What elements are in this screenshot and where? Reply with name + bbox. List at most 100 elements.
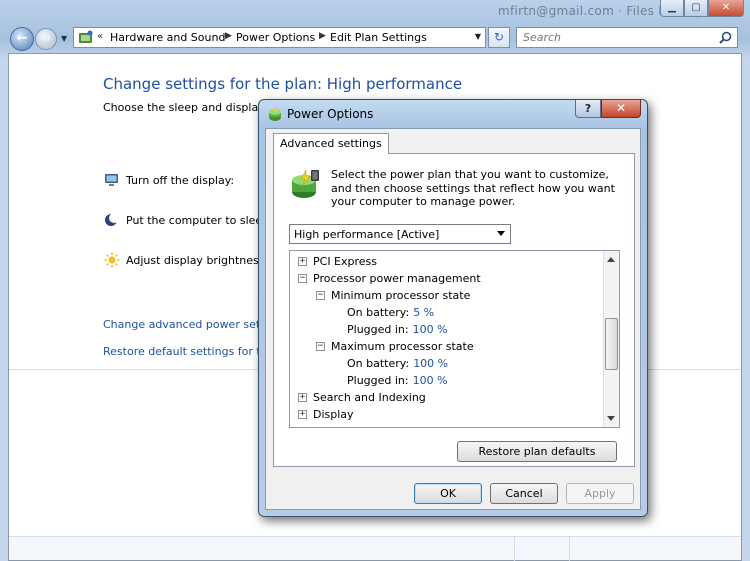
divider [569, 537, 570, 561]
ok-button[interactable]: OK [414, 483, 482, 504]
help-icon: ? [584, 102, 592, 115]
tree-item-label: Plugged in: [347, 374, 409, 387]
moon-icon [105, 213, 119, 226]
back-button[interactable]: ← [10, 27, 34, 51]
restore-default-settings-link[interactable]: Restore default settings for this [103, 345, 277, 358]
breadcrumb-power-options[interactable]: Power Options [236, 31, 315, 44]
change-advanced-settings-link[interactable]: Change advanced power setting [103, 318, 281, 331]
tree-item-label: On battery: [347, 306, 410, 319]
tree-item-value[interactable]: 100 % [413, 323, 448, 336]
expand-icon[interactable]: + [300, 427, 305, 428]
tree-item[interactable]: + Search and Indexing [298, 389, 426, 406]
tree-item-label: On battery: [347, 357, 410, 370]
sun-icon [104, 252, 120, 268]
forward-button[interactable]: → [35, 28, 57, 50]
collapse-icon[interactable]: − [298, 274, 307, 283]
tree-item[interactable]: Plugged in: 100 % [347, 321, 448, 338]
restore-plan-defaults-button[interactable]: Restore plan defaults [457, 441, 617, 462]
cancel-button[interactable]: Cancel [490, 483, 558, 504]
address-bar[interactable]: « Hardware and Sound ▶ Power Options ▶ E… [73, 27, 486, 48]
tree-item[interactable]: On battery: 100 % [347, 355, 448, 372]
tree-item[interactable]: + Multimedia settings [298, 423, 422, 428]
breadcrumb-hardware-and-sound[interactable]: Hardware and Sound [110, 31, 225, 44]
expand-icon[interactable]: + [298, 410, 307, 419]
apply-button: Apply [566, 483, 634, 504]
close-icon: ✕ [615, 101, 627, 115]
monitor-icon [105, 174, 118, 186]
minimize-icon: ▁ [668, 2, 676, 13]
tree-item[interactable]: Plugged in: 100 % [347, 372, 448, 389]
address-overflow-icon[interactable]: « [97, 31, 103, 42]
power-plan-icon [292, 169, 319, 198]
plan-description: Select the power plan that you want to c… [331, 168, 615, 208]
tree-item-label: Maximum processor state [331, 340, 474, 353]
title-bar: mfirtn@gmail.com · Files backup ▁ ▢ ✕ [0, 0, 750, 24]
scroll-down-icon[interactable] [607, 416, 615, 421]
address-dropdown-icon[interactable]: ▼ [475, 32, 481, 41]
tree-item-value[interactable]: 100 % [413, 357, 448, 370]
setting-brightness: Adjust display brightness: [103, 252, 268, 268]
tree-item-label: Multimedia settings [313, 425, 422, 427]
close-button[interactable]: ✕ [708, 0, 744, 17]
close-icon: ✕ [721, 2, 731, 13]
setting-turn-off-display: Turn off the display: [103, 172, 234, 188]
settings-tree[interactable]: + PCI Express − Processor power management −… [289, 250, 620, 428]
setting-label: Turn off the display: [126, 173, 235, 187]
tree-item[interactable]: − Processor power management [298, 270, 481, 287]
back-arrow-icon: ← [16, 31, 28, 46]
window-controls: ▁ ▢ ✕ [660, 0, 744, 17]
recent-pages-dropdown[interactable]: ▼ [61, 34, 67, 43]
chevron-down-icon: ▼ [61, 34, 68, 43]
power-options-icon [269, 106, 281, 121]
breadcrumb-separator-icon[interactable]: ▶ [319, 31, 326, 41]
power-plan-select[interactable]: High performance [Active] [289, 224, 511, 244]
forward-arrow-icon: → [40, 31, 52, 46]
footer-bar [9, 536, 741, 561]
search-placeholder: Search [523, 31, 562, 44]
tree-item-label: Plugged in: [347, 323, 409, 336]
tree-item-label: Search and Indexing [313, 391, 426, 404]
search-icon[interactable] [719, 31, 732, 44]
help-button[interactable]: ? [575, 100, 601, 118]
control-panel-icon [79, 30, 93, 43]
tree-item[interactable]: − Maximum processor state [316, 338, 474, 355]
expand-icon[interactable]: + [298, 257, 307, 266]
tree-item[interactable]: − Minimum processor state [316, 287, 470, 304]
breadcrumb-separator-icon[interactable]: ▶ [225, 31, 232, 41]
dialog-body: Advanced settings Select the power plan … [265, 128, 641, 510]
tree-item[interactable]: On battery: 5 % [347, 304, 434, 321]
page-subtitle: Choose the sleep and display se [103, 101, 281, 114]
scrollbar-thumb[interactable] [605, 317, 618, 370]
power-options-dialog: Power Options ? ✕ Advanced settings Sele… [258, 99, 648, 517]
dialog-close-button[interactable]: ✕ [601, 100, 641, 118]
expand-icon[interactable]: + [298, 393, 307, 402]
tree-item-label: PCI Express [313, 255, 378, 268]
setting-label: Put the computer to sleep: [126, 213, 273, 227]
maximize-button[interactable]: ▢ [684, 0, 708, 17]
setting-sleep: Put the computer to sleep: [103, 212, 273, 228]
divider [514, 537, 515, 561]
breadcrumb-edit-plan-settings[interactable]: Edit Plan Settings [330, 31, 427, 44]
power-plan-selected-value: High performance [Active] [294, 228, 440, 241]
refresh-button[interactable]: ↻ [488, 27, 510, 48]
refresh-icon: ↻ [493, 30, 505, 44]
vertical-scrollbar[interactable] [603, 251, 619, 427]
setting-label: Adjust display brightness: [126, 253, 269, 267]
tab-advanced-settings[interactable]: Advanced settings [273, 133, 389, 154]
search-input[interactable]: Search [516, 27, 738, 48]
tree-item-label: Display [313, 408, 354, 421]
chevron-down-icon [497, 231, 505, 236]
advanced-settings-panel: Select the power plan that you want to c… [273, 153, 635, 467]
page-title: Change settings for the plan: High perfo… [103, 75, 463, 93]
collapse-icon[interactable]: − [316, 342, 325, 351]
tree-item-value[interactable]: 5 % [413, 306, 434, 319]
tree-item-label: Processor power management [313, 272, 481, 285]
tree-item[interactable]: + Display [298, 406, 354, 423]
scroll-up-icon[interactable] [607, 257, 615, 262]
maximize-icon: ▢ [691, 2, 701, 13]
dialog-title: Power Options [287, 107, 374, 121]
tree-item[interactable]: + PCI Express [298, 253, 377, 270]
collapse-icon[interactable]: − [316, 291, 325, 300]
tree-item-value[interactable]: 100 % [413, 374, 448, 387]
minimize-button[interactable]: ▁ [660, 0, 684, 17]
